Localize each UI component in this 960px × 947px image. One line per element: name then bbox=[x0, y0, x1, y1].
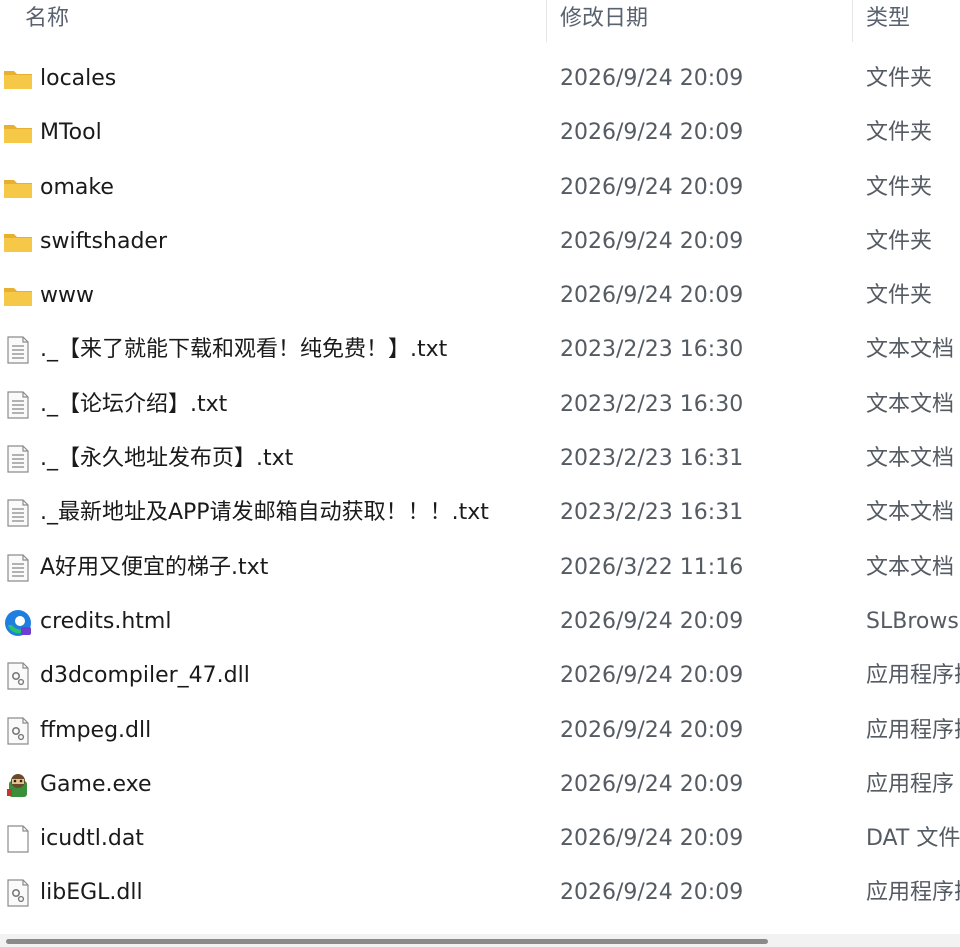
file-type: 文本文档 bbox=[866, 337, 955, 363]
column-header: 名称 修改日期 类型 bbox=[0, 0, 960, 42]
file-row[interactable]: A好用又便宜的梯子.txt 2026/3/22 11:16 文本文档 bbox=[0, 541, 960, 595]
dll-file-icon bbox=[3, 662, 33, 690]
dll-file-icon bbox=[3, 716, 33, 745]
file-name[interactable]: ffmpeg.dll bbox=[40, 704, 545, 758]
file-type: 文本文档 bbox=[866, 554, 955, 580]
column-divider[interactable] bbox=[852, 0, 853, 42]
file-name[interactable]: ._【来了就能下载和观看！纯免费！】.txt bbox=[40, 323, 545, 377]
file-name[interactable]: Game.exe bbox=[40, 758, 545, 812]
file-modified-date: 2023/2/23 16:31 bbox=[560, 500, 744, 526]
file-modified-date: 2023/2/23 16:30 bbox=[560, 337, 744, 363]
file-name[interactable]: omake bbox=[40, 161, 545, 215]
file-modified-date: 2026/9/24 20:09 bbox=[560, 771, 744, 797]
folder-icon bbox=[3, 174, 33, 202]
file-explorer: 名称 修改日期 类型 locales 2026/9/24 20:09 文件夹 MToo… bbox=[0, 0, 960, 947]
file-name[interactable]: d3dcompiler_47.dll bbox=[40, 649, 545, 703]
file-name[interactable]: libEGL.dll bbox=[40, 866, 545, 920]
file-name[interactable]: swiftshader bbox=[40, 215, 545, 269]
file-row[interactable]: libEGL.dll 2026/9/24 20:09 应用程序扩展 bbox=[0, 866, 960, 920]
column-divider[interactable] bbox=[546, 0, 547, 42]
file-row[interactable]: ._【论坛介绍】.txt 2023/2/23 16:30 文本文档 bbox=[0, 378, 960, 432]
scrollbar-thumb[interactable] bbox=[6, 939, 768, 944]
file-name[interactable]: icudtl.dat bbox=[40, 812, 545, 866]
text-document-icon bbox=[3, 554, 33, 582]
file-name[interactable]: locales bbox=[40, 52, 545, 106]
file-type: 文件夹 bbox=[866, 174, 933, 200]
folder-icon bbox=[3, 119, 33, 147]
file-modified-date: 2026/9/24 20:09 bbox=[560, 880, 744, 906]
file-type: 文本文档 bbox=[866, 500, 955, 526]
file-row[interactable]: omake 2026/9/24 20:09 文件夹 bbox=[0, 161, 960, 215]
file-row[interactable]: d3dcompiler_47.dll 2026/9/24 20:09 应用程序扩展 bbox=[0, 649, 960, 703]
file-type: 文件夹 bbox=[866, 66, 933, 91]
file-row[interactable]: ffmpeg.dll 2026/9/24 20:09 应用程序扩展 bbox=[0, 704, 960, 758]
file-modified-date: 2026/9/24 20:09 bbox=[560, 826, 744, 852]
file-type: DAT 文件 bbox=[866, 826, 960, 852]
dll-file-icon bbox=[3, 879, 33, 908]
file-row[interactable]: credits.html 2026/9/24 20:09 SLBrowser bbox=[0, 595, 960, 649]
file-modified-date: 2026/3/22 11:16 bbox=[560, 554, 744, 580]
browser-icon bbox=[3, 608, 33, 636]
file-type: 文本文档 bbox=[866, 446, 955, 472]
file-row[interactable]: MTool 2026/9/24 20:09 文件夹 bbox=[0, 106, 960, 160]
game-app-icon bbox=[3, 771, 33, 799]
file-type: 文件夹 bbox=[866, 283, 933, 309]
file-list: locales 2026/9/24 20:09 文件夹 MTool 2026/9/24 … bbox=[0, 52, 960, 921]
file-name[interactable]: ._【论坛介绍】.txt bbox=[40, 378, 545, 432]
file-row[interactable]: locales 2026/9/24 20:09 文件夹 bbox=[0, 52, 960, 106]
file-row[interactable]: Game.exe 2026/9/24 20:09 应用程序 bbox=[0, 758, 960, 812]
folder-icon bbox=[3, 228, 33, 256]
text-document-icon bbox=[3, 391, 33, 419]
text-document-icon bbox=[3, 445, 33, 473]
file-row[interactable]: ._【来了就能下载和观看！纯免费！】.txt 2023/2/23 16:30 文本文… bbox=[0, 323, 960, 377]
file-name[interactable]: ._最新地址及APP请发邮箱自动获取！！！.txt bbox=[40, 486, 545, 540]
blank-file-icon bbox=[3, 825, 33, 853]
file-modified-date: 2026/9/24 20:09 bbox=[560, 66, 744, 91]
file-type: 文本文档 bbox=[866, 391, 955, 417]
file-modified-date: 2023/2/23 16:30 bbox=[560, 391, 744, 417]
file-row[interactable]: icudtl.dat 2026/9/24 20:09 DAT 文件 bbox=[0, 812, 960, 866]
file-modified-date: 2026/9/24 20:09 bbox=[560, 283, 744, 309]
file-type: 应用程序扩展 bbox=[866, 880, 960, 906]
file-name[interactable]: credits.html bbox=[40, 595, 545, 649]
file-type: 应用程序扩展 bbox=[866, 717, 960, 743]
file-name[interactable]: ._【永久地址发布页】.txt bbox=[40, 432, 545, 486]
file-type: 文件夹 bbox=[866, 228, 933, 254]
file-type: 文件夹 bbox=[866, 120, 933, 146]
file-modified-date: 2026/9/24 20:09 bbox=[560, 228, 744, 254]
text-document-icon bbox=[3, 336, 33, 365]
file-modified-date: 2026/9/24 20:09 bbox=[560, 120, 744, 146]
file-name[interactable]: www bbox=[40, 269, 545, 323]
file-type: 应用程序 bbox=[866, 771, 955, 797]
file-row[interactable]: ._最新地址及APP请发邮箱自动获取！！！.txt 2023/2/23 16:31… bbox=[0, 486, 960, 540]
column-header-name[interactable]: 名称 bbox=[25, 0, 69, 42]
horizontal-scrollbar[interactable] bbox=[0, 934, 960, 947]
file-name[interactable]: MTool bbox=[40, 106, 545, 160]
folder-icon bbox=[3, 65, 33, 93]
file-row[interactable]: ._【永久地址发布页】.txt 2023/2/23 16:31 文本文档 bbox=[0, 432, 960, 486]
file-type: 应用程序扩展 bbox=[866, 663, 960, 689]
column-header-date[interactable]: 修改日期 bbox=[560, 0, 648, 42]
folder-icon bbox=[3, 282, 33, 310]
text-document-icon bbox=[3, 499, 33, 527]
file-modified-date: 2026/9/24 20:09 bbox=[560, 174, 744, 200]
file-modified-date: 2023/2/23 16:31 bbox=[560, 446, 744, 472]
column-header-type[interactable]: 类型 bbox=[866, 0, 910, 42]
file-row[interactable]: www 2026/9/24 20:09 文件夹 bbox=[0, 269, 960, 323]
file-row[interactable]: swiftshader 2026/9/24 20:09 文件夹 bbox=[0, 215, 960, 269]
file-modified-date: 2026/9/24 20:09 bbox=[560, 663, 744, 689]
file-modified-date: 2026/9/24 20:09 bbox=[560, 608, 744, 634]
file-modified-date: 2026/9/24 20:09 bbox=[560, 717, 744, 743]
file-type: SLBrowser bbox=[866, 608, 960, 634]
file-name[interactable]: A好用又便宜的梯子.txt bbox=[40, 541, 545, 595]
